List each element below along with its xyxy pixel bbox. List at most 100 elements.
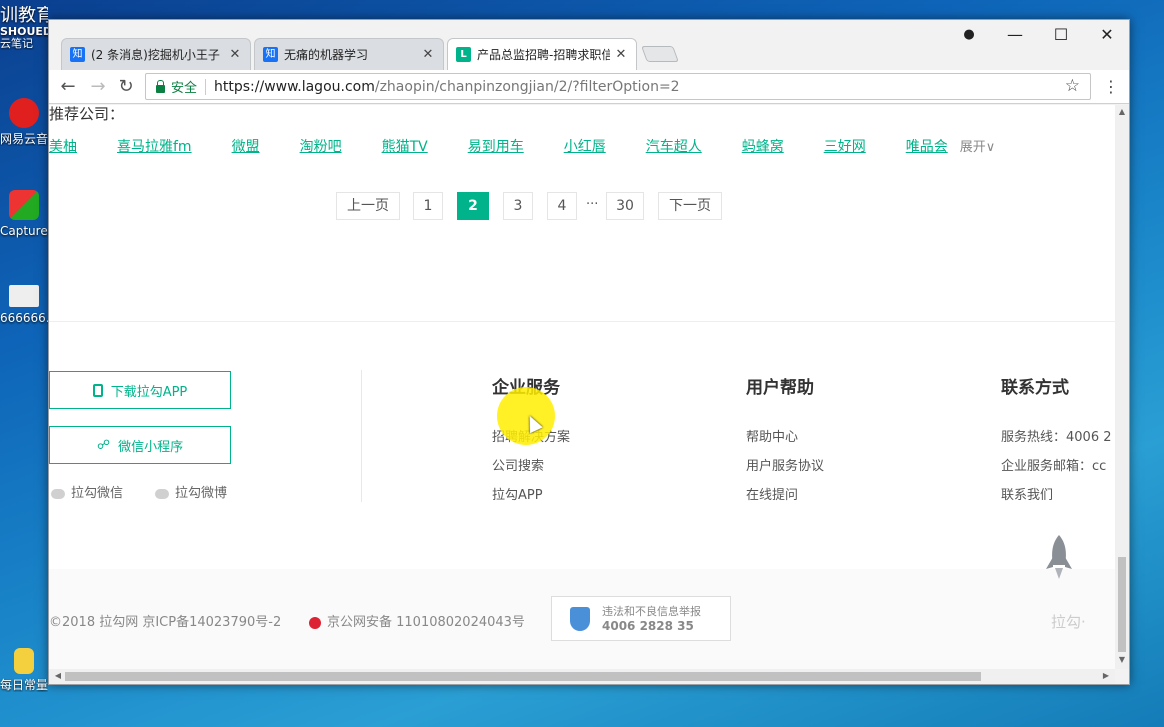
- footer-link[interactable]: 在线提问: [746, 484, 798, 503]
- desktop-icon-app[interactable]: 每日常量: [0, 648, 48, 692]
- tab-zhihu-ml[interactable]: 知 无痛的机器学习 ✕: [254, 38, 444, 70]
- scroll-down-arrow-icon[interactable]: ▼: [1115, 655, 1129, 664]
- company-link[interactable]: 唯品会: [906, 136, 948, 156]
- user-help-heading: 用户帮助: [746, 378, 814, 398]
- shield-icon: [570, 606, 590, 631]
- footer-link[interactable]: 帮助中心: [746, 426, 798, 445]
- lagou-favicon-icon: L: [456, 47, 471, 62]
- page-button[interactable]: 3: [503, 192, 533, 220]
- tab-title: (2 条消息)挖掘机小王子: [91, 48, 220, 62]
- close-window-button[interactable]: ✕: [1084, 22, 1130, 48]
- desktop-icon-label: 666666...: [0, 311, 48, 325]
- desktop-icon-label: 网易云音乐: [0, 132, 48, 146]
- footer-link[interactable]: 公司搜索: [492, 455, 544, 474]
- company-link[interactable]: 蚂蜂窝: [742, 136, 784, 156]
- police-badge-icon: [309, 616, 321, 629]
- page-button[interactable]: 4: [547, 192, 577, 220]
- netease-music-icon: [9, 98, 39, 128]
- scroll-left-arrow-icon[interactable]: ◀: [51, 671, 65, 680]
- wechat-link[interactable]: 拉勾微信: [51, 482, 123, 501]
- maximize-button[interactable]: ☐: [1038, 22, 1084, 48]
- weibo-label: 拉勾微博: [175, 486, 228, 501]
- copyright-text: ©2018 拉勾网 京ICP备14023790号-2: [49, 615, 282, 630]
- profile-icon[interactable]: ●: [946, 22, 992, 48]
- download-app-button[interactable]: 下载拉勾APP: [49, 371, 231, 409]
- contact-heading: 联系方式: [1001, 378, 1069, 398]
- wechat-icon: [51, 488, 65, 499]
- company-link[interactable]: 易到用车: [468, 136, 524, 156]
- title-bar: 知 (2 条消息)挖掘机小王子 ✕ 知 无痛的机器学习 ✕ L 产品总监招聘-招…: [49, 20, 1129, 70]
- horizontal-scroll-thumb[interactable]: [65, 672, 981, 681]
- desktop-brand-title: 训教育: [0, 6, 48, 26]
- service-hotline: 服务热线：4006 2: [1001, 430, 1112, 445]
- download-app-label: 下载拉勾APP: [110, 384, 188, 400]
- company-link[interactable]: 汽车超人: [646, 136, 702, 156]
- next-page-button[interactable]: 下一页: [658, 192, 722, 220]
- last-page-button[interactable]: 30: [606, 192, 644, 220]
- address-separator: [205, 78, 207, 95]
- weibo-link[interactable]: 拉勾微博: [155, 482, 227, 501]
- forward-button[interactable]: →: [85, 74, 111, 100]
- horizontal-scrollbar[interactable]: ◀ ▶: [49, 669, 1115, 684]
- address-bar[interactable]: 安全 https://www.lagou.com/zhaopin/chanpin…: [145, 73, 1091, 100]
- page-button[interactable]: 1: [413, 192, 443, 220]
- desktop-brand: 训教育 SHOUEDU 云笔记: [0, 6, 48, 50]
- current-page-button[interactable]: 2: [457, 192, 489, 220]
- url-path: /zhaopin/chanpinzongjian/2/?filterOption…: [374, 78, 680, 95]
- close-icon[interactable]: ✕: [228, 47, 242, 62]
- prev-page-button[interactable]: 上一页: [336, 192, 400, 220]
- file-icon: [9, 285, 39, 307]
- zhihu-favicon-icon: 知: [263, 47, 278, 62]
- browser-menu-icon[interactable]: ⋮: [1101, 74, 1121, 100]
- company-link[interactable]: 三好网: [824, 136, 866, 156]
- police-record-text: 京公网安备 11010802024043号: [327, 615, 525, 630]
- recommend-companies-label: 推荐公司：: [49, 105, 125, 123]
- tab-zhihu-messages[interactable]: 知 (2 条消息)挖掘机小王子 ✕: [61, 38, 251, 70]
- vertical-scrollbar[interactable]: ▲ ▼: [1115, 105, 1129, 669]
- service-email: 企业服务邮箱：cc: [1001, 459, 1107, 474]
- reload-button[interactable]: ↻: [113, 74, 139, 100]
- footer-link[interactable]: 联系我们: [1001, 484, 1053, 503]
- scroll-up-arrow-icon[interactable]: ▲: [1115, 107, 1129, 116]
- mini-program-button[interactable]: ☍ 微信小程序: [49, 426, 231, 464]
- company-link[interactable]: 美柚: [49, 136, 77, 156]
- tab-lagou[interactable]: L 产品总监招聘-招聘求职信 ✕: [447, 38, 637, 70]
- report-phone: 4006 2828 35: [602, 618, 694, 633]
- close-icon[interactable]: ✕: [421, 47, 435, 62]
- desktop-brand-note: 云笔记: [0, 37, 33, 50]
- weibo-icon: [155, 488, 169, 499]
- back-to-top-rocket-icon[interactable]: [1044, 535, 1074, 581]
- minimize-button[interactable]: —: [992, 22, 1038, 48]
- police-record[interactable]: 京公网安备 11010802024043号: [309, 611, 525, 630]
- footer-link[interactable]: 用户服务协议: [746, 455, 824, 474]
- company-link[interactable]: 喜马拉雅fm: [117, 136, 192, 156]
- footer-vertical-divider: [361, 370, 362, 502]
- desktop-icon-netease-music[interactable]: 网易云音乐: [0, 98, 48, 146]
- pagination-ellipsis: ···: [586, 197, 599, 212]
- page-viewport: 推荐公司： 美柚 喜马拉雅fm 微盟 淘粉吧 熊猫TV 易到用车 小红唇 汽车超…: [49, 105, 1115, 669]
- company-link[interactable]: 小红唇: [564, 136, 606, 156]
- url-host: https://www.lagou.com: [214, 78, 375, 95]
- wechat-label: 拉勾微信: [71, 486, 124, 501]
- desktop-icon-label: Capture...: [0, 224, 48, 238]
- scroll-right-arrow-icon[interactable]: ▶: [1099, 671, 1113, 680]
- bookmark-star-icon[interactable]: ☆: [1065, 76, 1080, 96]
- secure-label: 安全: [171, 81, 198, 96]
- phone-icon: [92, 383, 103, 397]
- new-tab-button[interactable]: [641, 46, 679, 62]
- vertical-scroll-thumb[interactable]: [1118, 557, 1126, 652]
- link-icon: ☍: [96, 437, 111, 453]
- lagou-footer-logo: 拉勾·: [1051, 613, 1086, 631]
- company-link[interactable]: 淘粉吧: [300, 136, 342, 156]
- recommend-companies-list: 美柚 喜马拉雅fm 微盟 淘粉吧 熊猫TV 易到用车 小红唇 汽车超人 蚂蜂窝 …: [49, 136, 995, 156]
- close-icon[interactable]: ✕: [614, 47, 628, 62]
- back-button[interactable]: ←: [55, 74, 81, 100]
- report-box[interactable]: 违法和不良信息举报 4006 2828 35: [551, 596, 731, 641]
- desktop-icon-file[interactable]: 666666...: [0, 285, 48, 325]
- expand-companies-button[interactable]: 展开∨: [960, 136, 996, 156]
- mini-program-label: 微信小程序: [118, 439, 184, 455]
- footer-link[interactable]: 拉勾APP: [492, 484, 543, 503]
- company-link[interactable]: 熊猫TV: [382, 136, 428, 156]
- company-link[interactable]: 微盟: [232, 136, 260, 156]
- desktop-icon-capture[interactable]: Capture...: [0, 190, 48, 238]
